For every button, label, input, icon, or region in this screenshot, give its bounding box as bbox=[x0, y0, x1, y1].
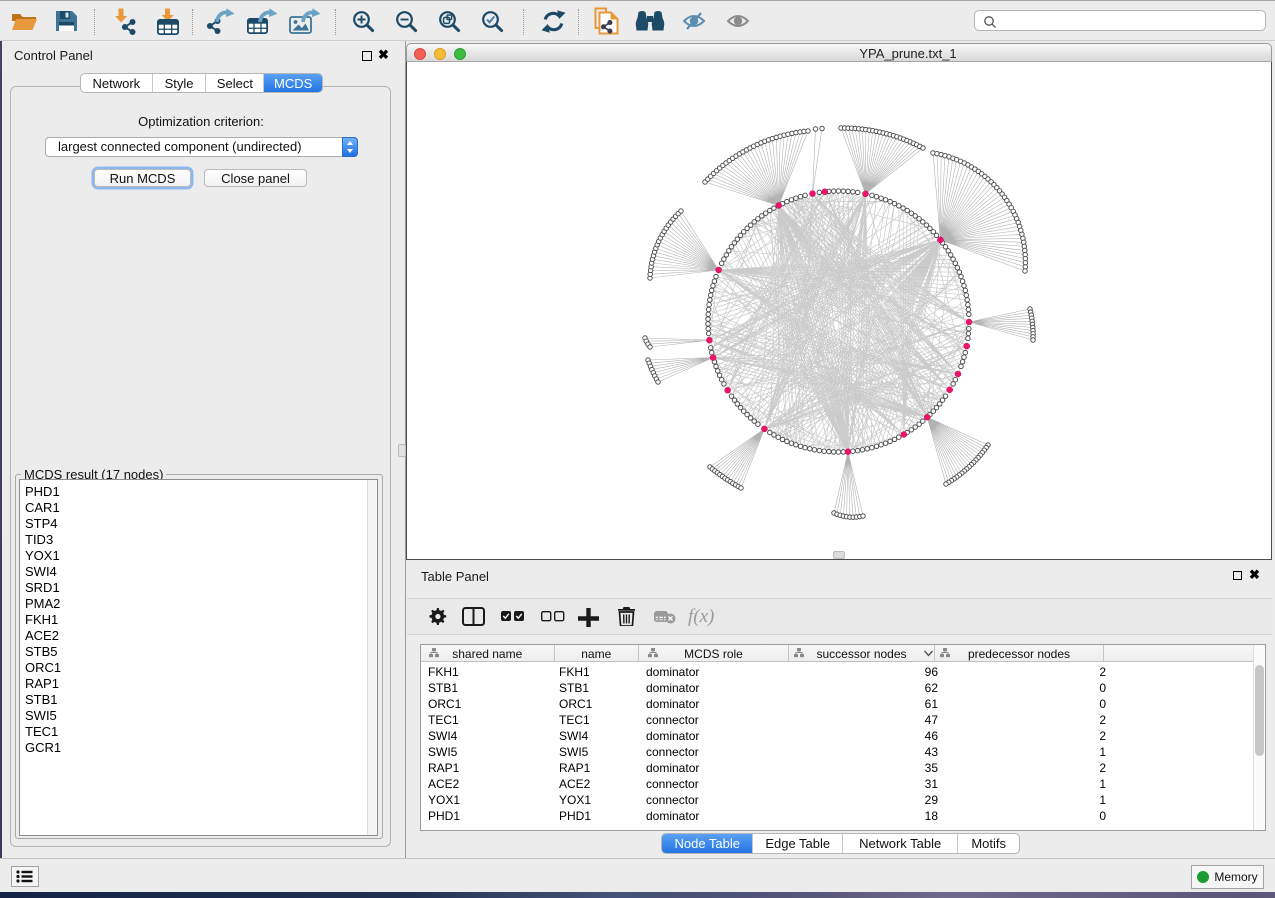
svg-text:f(x): f(x) bbox=[688, 607, 714, 627]
